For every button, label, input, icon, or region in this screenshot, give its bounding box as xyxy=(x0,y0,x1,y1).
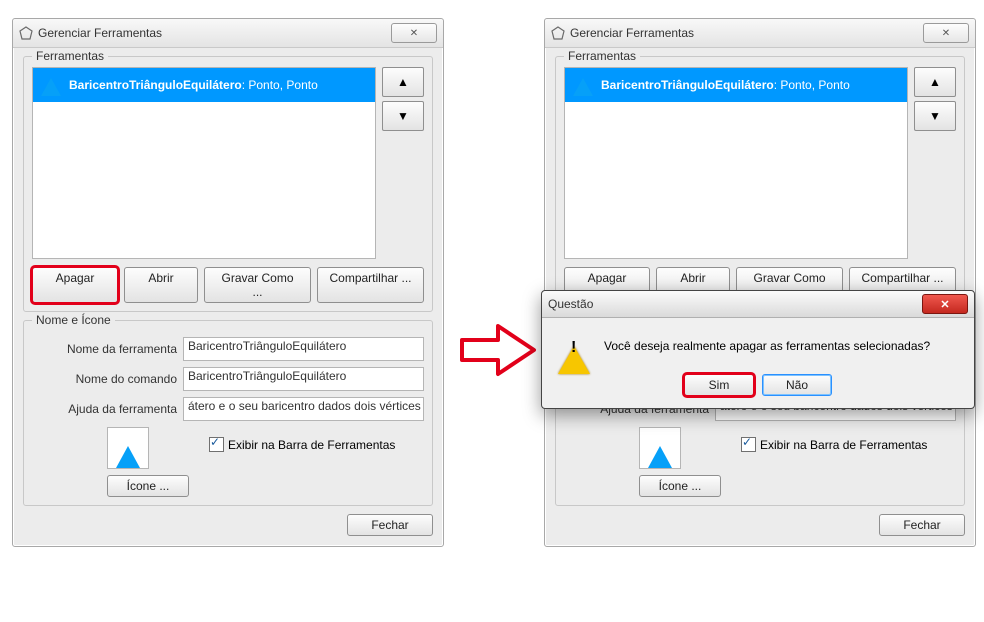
modal-close-button[interactable]: ✕ xyxy=(922,294,968,314)
share-button[interactable]: Compartilhar ... xyxy=(317,267,424,303)
checkbox-label: Exibir na Barra de Ferramentas xyxy=(760,438,927,452)
close-button[interactable]: Fechar xyxy=(347,514,433,536)
app-icon xyxy=(19,26,33,40)
triangle-icon xyxy=(573,78,593,96)
show-in-toolbar-checkbox[interactable]: Exibir na Barra de Ferramentas xyxy=(741,437,927,452)
arrow-up-icon: ▲ xyxy=(929,75,941,89)
confirm-delete-dialog: Questão ✕ ! Você deseja realmente apagar… xyxy=(541,290,975,409)
tool-help-label: Ajuda da ferramenta xyxy=(32,402,177,416)
checkbox-icon xyxy=(741,437,756,452)
arrow-down-icon: ▼ xyxy=(397,109,409,123)
tools-group-label: Ferramentas xyxy=(32,49,108,63)
titlebar[interactable]: Gerenciar Ferramentas ✕ xyxy=(13,19,443,48)
checkbox-label: Exibir na Barra de Ferramentas xyxy=(228,438,395,452)
icon-button[interactable]: Ícone ... xyxy=(107,475,189,497)
window-close-button[interactable]: ✕ xyxy=(391,23,437,43)
close-button[interactable]: Fechar xyxy=(879,514,965,536)
close-icon: ✕ xyxy=(942,28,950,39)
arrow-down-icon: ▼ xyxy=(929,109,941,123)
tool-name-input[interactable]: BaricentroTriânguloEquilátero xyxy=(183,337,424,361)
command-name-label: Nome do comando xyxy=(32,372,177,386)
modal-title: Questão xyxy=(548,297,922,311)
open-button[interactable]: Abrir xyxy=(124,267,198,303)
titlebar[interactable]: Gerenciar Ferramentas ✕ xyxy=(545,19,975,48)
tools-listbox[interactable]: BaricentroTriânguloEquilátero: Ponto, Po… xyxy=(564,67,908,259)
tool-name: BaricentroTriânguloEquilátero xyxy=(69,78,242,92)
tool-help-input[interactable]: átero e o seu baricentro dados dois vért… xyxy=(183,397,424,421)
no-button[interactable]: Não xyxy=(762,374,832,396)
tools-group-label: Ferramentas xyxy=(564,49,640,63)
close-icon: ✕ xyxy=(940,298,949,311)
close-icon: ✕ xyxy=(410,28,418,39)
modal-message: Você deseja realmente apagar as ferramen… xyxy=(604,339,930,353)
tool-list-item[interactable]: BaricentroTriânguloEquilátero: Ponto, Po… xyxy=(33,68,375,102)
arrow-up-icon: ▲ xyxy=(397,75,409,89)
window-title: Gerenciar Ferramentas xyxy=(570,26,923,40)
tool-name-label: Nome da ferramenta xyxy=(32,342,177,356)
triangle-icon xyxy=(116,446,140,468)
tool-args: : Ponto, Ponto xyxy=(774,78,850,92)
save-as-button[interactable]: Gravar Como ... xyxy=(204,267,311,303)
app-icon xyxy=(551,26,565,40)
warning-icon: ! xyxy=(558,332,590,360)
triangle-icon xyxy=(41,78,61,96)
modal-titlebar[interactable]: Questão ✕ xyxy=(542,291,974,318)
manage-tools-dialog-left: Gerenciar Ferramentas ✕ Ferramentas Bari… xyxy=(12,18,444,547)
tool-name: BaricentroTriânguloEquilátero xyxy=(601,78,774,92)
window-close-button[interactable]: ✕ xyxy=(923,23,969,43)
icon-button[interactable]: Ícone ... xyxy=(639,475,721,497)
move-up-button[interactable]: ▲ xyxy=(382,67,424,97)
delete-button[interactable]: Apagar xyxy=(32,267,118,303)
icon-preview xyxy=(107,427,149,469)
move-down-button[interactable]: ▼ xyxy=(914,101,956,131)
name-icon-group: Nome e Ícone Nome da ferramenta Baricent… xyxy=(23,320,433,506)
checkbox-icon xyxy=(209,437,224,452)
show-in-toolbar-checkbox[interactable]: Exibir na Barra de Ferramentas xyxy=(209,437,395,452)
command-name-input[interactable]: BaricentroTriânguloEquilátero xyxy=(183,367,424,391)
manage-tools-dialog-right: Gerenciar Ferramentas ✕ Ferramentas Bari… xyxy=(544,18,976,547)
tools-group: Ferramentas BaricentroTriânguloEquiláter… xyxy=(555,56,965,312)
move-up-button[interactable]: ▲ xyxy=(914,67,956,97)
flow-arrow-icon xyxy=(458,320,538,380)
move-down-button[interactable]: ▼ xyxy=(382,101,424,131)
window-title: Gerenciar Ferramentas xyxy=(38,26,391,40)
name-icon-group-label: Nome e Ícone xyxy=(32,313,115,327)
icon-preview xyxy=(639,427,681,469)
triangle-icon xyxy=(648,446,672,468)
yes-button[interactable]: Sim xyxy=(684,374,754,396)
tool-list-item[interactable]: BaricentroTriânguloEquilátero: Ponto, Po… xyxy=(565,68,907,102)
tools-group: Ferramentas BaricentroTriânguloEquiláter… xyxy=(23,56,433,312)
tools-listbox[interactable]: BaricentroTriânguloEquilátero: Ponto, Po… xyxy=(32,67,376,259)
tool-args: : Ponto, Ponto xyxy=(242,78,318,92)
